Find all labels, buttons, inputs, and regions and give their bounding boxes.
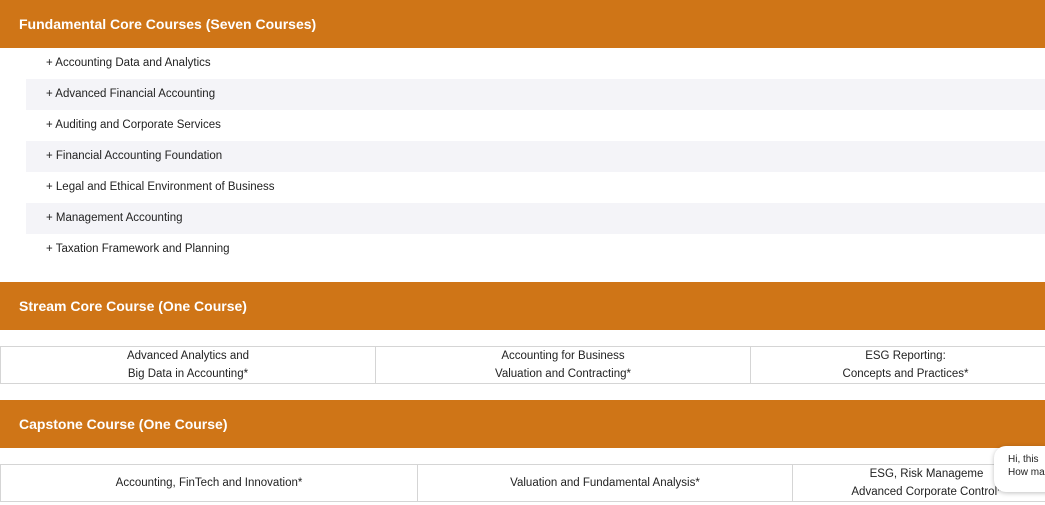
stream-course-cell: Accounting for Business Valuation and Co… <box>375 346 751 384</box>
fundamental-section-header: Fundamental Core Courses (Seven Courses) <box>0 0 1045 48</box>
course-item-accounting-data[interactable]: + Accounting Data and Analytics <box>26 48 1045 79</box>
course-item-taxation[interactable]: + Taxation Framework and Planning <box>26 234 1045 265</box>
capstone-section-header: Capstone Course (One Course) <box>0 400 1045 448</box>
course-item-advanced-financial[interactable]: + Advanced Financial Accounting <box>26 79 1045 110</box>
capstone-course-table: Accounting, FinTech and Innovation* Valu… <box>0 464 1045 502</box>
cell-line: Advanced Analytics and <box>126 350 250 362</box>
cell-line: Accounting, FinTech and Innovation* <box>115 477 303 489</box>
cell-line: Valuation and Fundamental Analysis* <box>510 477 700 489</box>
course-item-legal-ethical[interactable]: + Legal and Ethical Environment of Busin… <box>26 172 1045 203</box>
chat-line: Hi, this <box>1008 454 1039 465</box>
course-item-financial-foundation[interactable]: + Financial Accounting Foundation <box>26 141 1045 172</box>
fundamental-section-title: Fundamental Core Courses (Seven Courses) <box>19 16 317 32</box>
stream-course-cell: ESG Reporting: Concepts and Practices* <box>750 346 1045 384</box>
capstone-course-cell: Accounting, FinTech and Innovation* <box>0 464 418 502</box>
fundamental-course-list: + Accounting Data and Analytics + Advanc… <box>26 48 1045 265</box>
cell-line: Valuation and Contracting* <box>495 368 631 380</box>
stream-section-header: Stream Core Course (One Course) <box>0 282 1045 330</box>
cell-line: ESG Reporting: <box>865 350 946 362</box>
stream-course-table: Advanced Analytics and Big Data in Accou… <box>0 346 1045 384</box>
course-item-management[interactable]: + Management Accounting <box>26 203 1045 234</box>
capstone-section-title: Capstone Course (One Course) <box>19 416 228 432</box>
chat-popup[interactable]: Hi, this How ma <box>994 446 1045 492</box>
chat-line: How ma <box>1008 467 1045 478</box>
cell-line: Accounting for Business <box>501 350 625 362</box>
cell-line: Concepts and Practices* <box>842 368 969 380</box>
cell-line: Big Data in Accounting* <box>127 368 249 380</box>
stream-section-title: Stream Core Course (One Course) <box>19 298 247 314</box>
capstone-course-cell: Valuation and Fundamental Analysis* <box>417 464 793 502</box>
course-item-auditing[interactable]: + Auditing and Corporate Services <box>26 110 1045 141</box>
stream-course-cell: Advanced Analytics and Big Data in Accou… <box>0 346 376 384</box>
